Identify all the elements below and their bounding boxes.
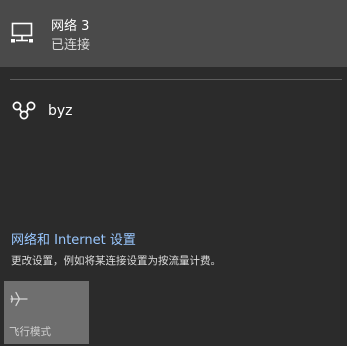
network-name: 网络 3 xyxy=(51,19,90,34)
airplane-mode-label: 飞行模式 xyxy=(9,326,51,338)
wired-network-icon xyxy=(11,22,33,43)
vpn-icon xyxy=(12,101,36,120)
vpn-item-byz[interactable]: byz xyxy=(0,93,347,133)
network-flyout: 网络 3 已连接 byz 网络和 Internet 设置 更改设置，例如将某连接… xyxy=(0,0,347,346)
network-settings-description: 更改设置，例如将某连接设置为按流量计费。 xyxy=(11,255,221,267)
divider xyxy=(10,79,342,80)
network-status: 已连接 xyxy=(51,38,91,53)
airplane-icon xyxy=(10,291,28,307)
vpn-name: byz xyxy=(48,103,73,119)
airplane-mode-tile[interactable]: 飞行模式 xyxy=(4,281,89,344)
network-settings-link[interactable]: 网络和 Internet 设置 xyxy=(11,232,136,250)
connected-network-item[interactable]: 网络 3 已连接 xyxy=(0,0,347,67)
